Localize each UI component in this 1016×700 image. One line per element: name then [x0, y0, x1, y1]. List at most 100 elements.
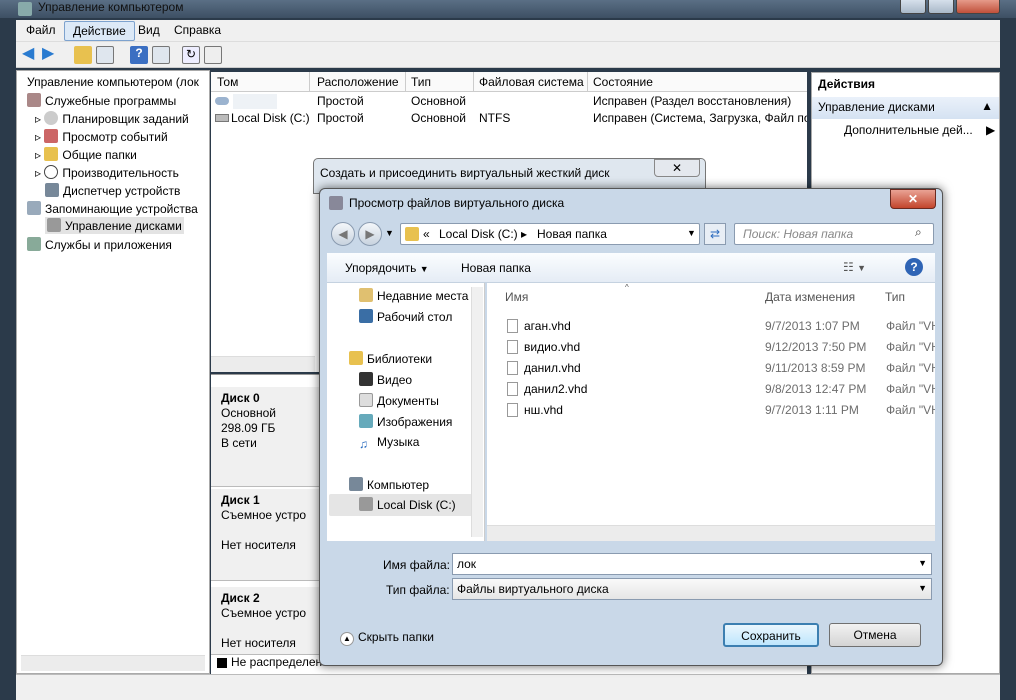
help-icon[interactable]: ? [130, 46, 148, 64]
tree-item-shared-folders[interactable]: ▹ Общие папки [35, 147, 137, 162]
device-manager-icon [45, 183, 59, 197]
action-pane-icon[interactable] [152, 46, 170, 64]
event-viewer-icon [44, 129, 59, 143]
breadcrumb-local-disk[interactable]: Local Disk (C:) [439, 227, 518, 241]
col-layout[interactable]: Расположение [317, 75, 399, 89]
tree-item-storage[interactable]: Запоминающие устройства [27, 201, 198, 216]
recent-places-icon [359, 288, 373, 302]
nav-scrollbar[interactable] [471, 287, 483, 537]
close-button[interactable] [956, 0, 1000, 14]
nav-music[interactable]: ♫ Музыка [359, 435, 419, 451]
disk-1-cell[interactable]: Диск 1 Съемное устро Нет носителя [211, 489, 321, 581]
tree-item-system-tools[interactable]: Служебные программы [27, 93, 176, 108]
vhd-file-icon [507, 340, 518, 354]
organize-button[interactable]: Упорядочить ▼ [345, 261, 429, 275]
search-input[interactable]: Поиск: Новая папка ⌕ [734, 223, 934, 245]
refresh-button[interactable]: ⇄ [704, 223, 726, 245]
list-item[interactable]: нш.vhd [507, 403, 563, 417]
music-icon: ♫ [359, 437, 368, 451]
menu-view[interactable]: Вид [138, 23, 160, 37]
drive-icon [215, 97, 229, 105]
list-item[interactable]: аган.vhd [507, 319, 571, 333]
col-filesystem[interactable]: Файловая система [479, 75, 584, 89]
maximize-button[interactable] [928, 0, 954, 14]
sidebar-hscroll[interactable] [21, 655, 205, 671]
services-icon [27, 237, 41, 251]
table-row[interactable]: Local Disk (C:) Простой Основной NTFS Ис… [211, 111, 807, 128]
properties-icon[interactable] [204, 46, 222, 64]
refresh-icon[interactable]: ↻ [182, 46, 200, 64]
browse-dialog-close-button[interactable]: ✕ [890, 189, 936, 209]
nav-documents[interactable]: Документы [359, 393, 439, 408]
filetype-label: Тип файла: [386, 583, 450, 597]
sort-indicator-icon: ^ [625, 283, 629, 292]
col-date-modified[interactable]: Дата изменения [765, 290, 855, 304]
submenu-arrow-icon: ▶ [986, 123, 996, 137]
tree-item-disk-management[interactable]: Управление дисками [45, 217, 184, 234]
actions-section[interactable]: Управление дисками ▲ [812, 97, 999, 119]
nav-libraries[interactable]: Библиотеки [349, 351, 432, 366]
collapse-icon[interactable]: ▲ [981, 99, 993, 113]
tree-item-root[interactable]: Управление компьютером (лок [27, 75, 199, 89]
disk-0-cell[interactable]: Диск 0 Основной 298.09 ГБ В сети [211, 387, 321, 487]
vhd-file-icon [507, 361, 518, 375]
show-hide-tree-icon[interactable] [96, 46, 114, 64]
nav-computer[interactable]: Компьютер [349, 477, 429, 492]
menu-file[interactable]: Файл [26, 23, 56, 37]
create-vhd-close-button[interactable]: ✕ [654, 159, 700, 177]
up-folder-icon[interactable] [74, 46, 92, 64]
volume-list-hscroll[interactable] [211, 356, 315, 372]
nav-local-disk[interactable]: Local Disk (C:) [329, 494, 483, 516]
file-list: Имя ^ Дата изменения Тип аган.vhd 9/7/20… [487, 283, 935, 541]
address-bar[interactable]: « Local Disk (C:) ▸ Новая папка ▼ [400, 223, 700, 245]
nav-desktop[interactable]: Рабочий стол [359, 309, 452, 324]
nav-history-dropdown[interactable]: ▼ [385, 228, 394, 238]
hide-folders-button[interactable]: ▲ Скрыть папки [340, 630, 434, 646]
address-dropdown-icon[interactable]: ▼ [687, 228, 696, 238]
vhd-file-icon [507, 403, 518, 417]
new-folder-button[interactable]: Новая папка [461, 261, 531, 275]
breadcrumb-new-folder[interactable]: Новая папка [537, 227, 607, 241]
filename-input[interactable]: лок ▼ [452, 553, 932, 575]
local-disk-icon [359, 497, 373, 511]
nav-back-button[interactable]: ◀ [331, 222, 355, 246]
list-item[interactable]: данил2.vhd [507, 382, 587, 396]
col-name[interactable]: Имя [505, 290, 528, 304]
cancel-button[interactable]: Отмена [829, 623, 921, 647]
tree-item-device-manager[interactable]: Диспетчер устройств [45, 183, 180, 198]
back-icon[interactable]: ◀ [22, 46, 40, 64]
more-actions-item[interactable]: Дополнительные дей... ▶ [844, 123, 996, 137]
nav-forward-button[interactable]: ▶ [358, 222, 382, 246]
tree-item-task-scheduler[interactable]: ▹ Планировщик заданий [35, 111, 189, 126]
nav-pictures[interactable]: Изображения [359, 414, 452, 429]
table-row[interactable]: Простой Основной Исправен (Раздел восста… [211, 94, 807, 111]
col-status[interactable]: Состояние [593, 75, 653, 89]
menu-action[interactable]: Действие [64, 21, 135, 41]
view-options-icon[interactable]: ☷ ▼ [843, 260, 866, 274]
col-type[interactable]: Тип [411, 75, 431, 89]
filetype-select[interactable]: Файлы виртуального диска ▼ [452, 578, 932, 600]
disk-0-name: Диск 0 [221, 391, 260, 405]
filetype-dropdown-icon[interactable]: ▼ [918, 583, 927, 593]
performance-icon [44, 165, 59, 179]
minimize-button[interactable] [900, 0, 926, 14]
tree-item-event-viewer[interactable]: ▹ Просмотр событий [35, 129, 168, 144]
computer-icon [349, 477, 363, 491]
nav-video[interactable]: Видео [359, 372, 412, 387]
libraries-icon [349, 351, 363, 365]
forward-icon[interactable]: ▶ [42, 46, 60, 64]
disk-2-cell[interactable]: Диск 2 Съемное устро Нет носителя [211, 587, 321, 655]
col-volume[interactable]: Том [217, 75, 238, 89]
col-type[interactable]: Тип [885, 290, 905, 304]
tree-item-services[interactable]: Службы и приложения [27, 237, 172, 252]
vhd-file-icon [507, 382, 518, 396]
menu-help[interactable]: Справка [174, 23, 221, 37]
tree-item-performance[interactable]: ▹ Производительность [35, 165, 179, 180]
filename-dropdown-icon[interactable]: ▼ [918, 558, 927, 568]
help-icon[interactable]: ? [905, 258, 923, 276]
save-button[interactable]: Сохранить [723, 623, 819, 647]
file-list-hscroll[interactable] [487, 525, 935, 541]
nav-recent-places[interactable]: Недавние места [359, 288, 468, 303]
list-item[interactable]: видио.vhd [507, 340, 580, 354]
list-item[interactable]: данил.vhd [507, 361, 581, 375]
